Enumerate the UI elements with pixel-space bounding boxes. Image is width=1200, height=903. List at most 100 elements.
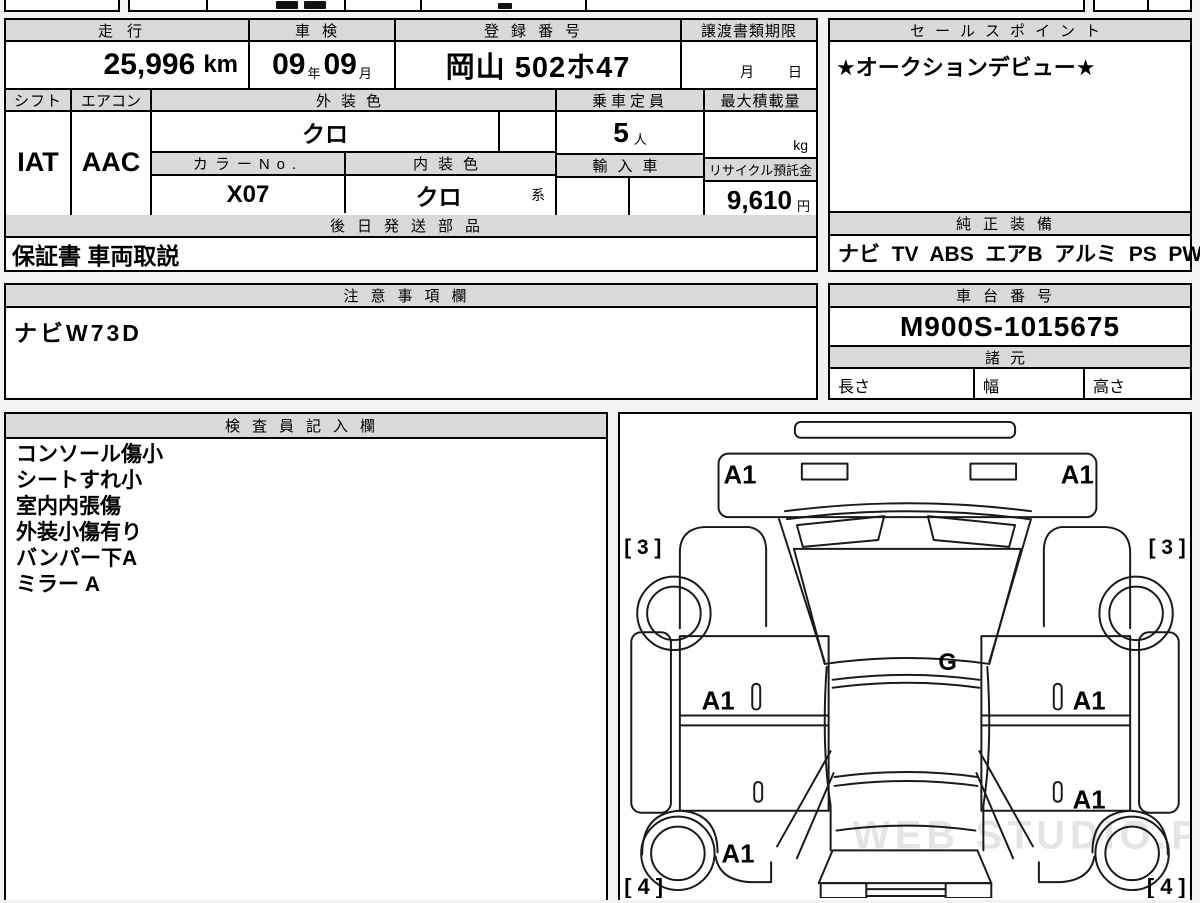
shaken-header: 車検 — [250, 20, 396, 42]
interior-color-value: クロ — [415, 183, 462, 210]
capacity-cell: 5 人 — [557, 112, 703, 155]
equipment-header: 純正装備 — [830, 213, 1190, 236]
recycle-header: リサイクル預託金 — [705, 159, 816, 182]
mark-door-front-right: A1 — [1073, 688, 1106, 716]
mark-rear-wheel-left: [ 4 ] — [624, 874, 663, 898]
door-handle-front-right-shape — [1052, 682, 1063, 711]
shaken-year: 09 — [272, 48, 306, 81]
chassis-table: 車台番号 M900S-1015675 諸元 長さ 幅 高さ — [828, 283, 1192, 400]
mark-rear-wheel-right: [ 4 ] — [1147, 874, 1186, 898]
inspector-note-line: 外装小傷有り — [16, 521, 142, 544]
shift-value: IAT — [17, 147, 59, 177]
capacity-unit: 人 — [633, 132, 647, 147]
shaken-month-suffix: 月 — [358, 65, 372, 81]
interior-color-header: 内装色 — [346, 153, 555, 176]
mark-front-left: A1 — [724, 461, 757, 489]
caution-value: ナビW73D — [14, 320, 142, 346]
mark-quarter-rear-left: A1 — [722, 840, 755, 868]
capacity-value: 5 — [613, 116, 629, 148]
interior-color-cell: クロ 系 — [346, 176, 555, 213]
mark-door-front-left: A1 — [702, 688, 735, 716]
shaken-value-cell: 09 年 09 月 — [250, 42, 396, 90]
front-wheel-right-shape — [1098, 575, 1174, 652]
recycle-value: 9,610 — [726, 185, 792, 215]
tail-light-left-shape — [819, 882, 868, 899]
transfer-deadline-cell: 月 日 — [682, 42, 816, 90]
mileage-unit: km — [203, 51, 238, 78]
doors-right-shape — [980, 635, 1132, 812]
later-parts-value: 保証書 車両取説 — [12, 243, 180, 269]
exterior-color-extra-cell — [500, 112, 555, 153]
specs-header: 諸元 — [830, 347, 1190, 369]
tail-light-right-shape — [944, 882, 993, 899]
door-handle-rear-left-shape — [753, 780, 764, 803]
exterior-color-header: 外装色 — [152, 90, 555, 112]
cowl-vent-right-shape — [926, 515, 1017, 548]
later-parts-header: 後日発送部品 — [6, 215, 816, 238]
shaken-year-suffix: 年 — [307, 65, 321, 81]
inspector-header: 検査員記入欄 — [6, 414, 606, 439]
inspector-note-line: コンソール傷小 — [16, 443, 163, 466]
sales-point-header: セールスポイント — [830, 20, 1190, 42]
interior-color-suffix: 系 — [531, 186, 545, 203]
mark-roof: G — [938, 649, 957, 676]
mark-front-wheel-right: [ 3 ] — [1149, 536, 1186, 559]
rocker-panel-left-shape — [630, 631, 672, 814]
inspector-note-line: 室内内張傷 — [16, 495, 121, 518]
spec-width-label: 幅 — [975, 369, 1085, 400]
spec-height-label: 高さ — [1093, 378, 1126, 396]
shaken-month: 09 — [323, 48, 357, 81]
car-top-view-drawing: WEB STUDIO.PRO — [624, 420, 1200, 899]
front-fender-left-shape — [678, 526, 768, 630]
chassis-header: 車台番号 — [830, 285, 1190, 308]
sales-equipment-table: セールスポイント ★オークションデビュー★ 純正装備 ナビ TV ABS エアB… — [828, 18, 1200, 272]
caution-header: 注意事項欄 — [6, 285, 816, 308]
front-bumper-shape — [793, 420, 1017, 439]
sales-point-value: ★オークションデビュー★ — [830, 42, 1190, 213]
top-fragment-cell — [4, 0, 120, 12]
aircon-value: AAC — [81, 147, 141, 177]
max-load-unit: kg — [793, 137, 808, 153]
door-handle-front-left-shape — [751, 682, 762, 711]
caution-table: 注意事項欄 ナビW73D — [4, 283, 818, 400]
transfer-month: 月 — [740, 64, 754, 80]
aircon-header: エアコン — [72, 90, 150, 112]
front-panel-shape — [717, 452, 1098, 519]
max-load-header: 最大積載量 — [705, 90, 816, 112]
front-fender-right-shape — [1042, 526, 1132, 630]
mark-door-rear-right: A1 — [1073, 787, 1106, 815]
registration-header: 登録番号 — [396, 20, 682, 42]
mileage-value: 25,996 — [103, 48, 196, 81]
inspector-note-line: シートすれ小 — [16, 469, 142, 492]
import-cell-right — [630, 178, 703, 215]
headlight-right-shape — [969, 462, 1018, 481]
inspector-note-line: バンパー下A — [16, 547, 138, 570]
top-fragment-table — [128, 0, 1085, 12]
spec-length-label: 長さ — [830, 369, 975, 400]
max-load-cell: kg — [705, 112, 816, 159]
door-handle-rear-right-shape — [1052, 780, 1063, 803]
shift-header: シフト — [6, 90, 70, 112]
recycle-cell: 9,610 円 — [705, 182, 816, 219]
transfer-deadline-header: 譲渡書類期限 — [682, 20, 816, 42]
registration-value: 岡山 502ホ47 — [396, 42, 682, 90]
inspector-notes-table: 検査員記入欄 コンソール傷小 シートすれ小 室内内張傷 外装小傷有り バンパー下… — [4, 412, 608, 900]
mileage-header: 走行 — [6, 20, 250, 42]
capacity-header: 乗車定員 — [557, 90, 703, 112]
mark-front-right: A1 — [1061, 461, 1094, 489]
import-cell-left — [557, 178, 631, 215]
color-no-value: X07 — [152, 176, 346, 213]
chassis-value: M900S-1015675 — [830, 308, 1190, 347]
top-fragment-cell2 — [1093, 0, 1192, 12]
mark-front-wheel-left: [ 3 ] — [624, 536, 661, 559]
front-wheel-left-shape — [636, 575, 712, 652]
recycle-unit: 円 — [796, 199, 810, 214]
rocker-panel-right-shape — [1138, 631, 1180, 814]
inspector-note-line: ミラー A — [16, 573, 100, 596]
car-damage-diagram: WEB STUDIO.PRO — [618, 412, 1200, 900]
transfer-day: 日 — [788, 64, 802, 80]
headlight-left-shape — [800, 462, 849, 481]
color-no-header: カラーNo. — [152, 153, 346, 176]
cowl-vent-left-shape — [795, 515, 886, 548]
equipment-value: ナビ TV ABS エアB アルミ PS PW — [838, 243, 1200, 266]
